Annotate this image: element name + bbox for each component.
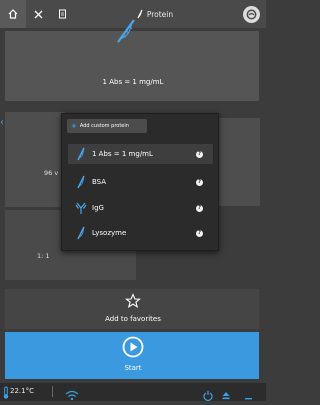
- tools-icon: [34, 10, 42, 18]
- home-icon: [8, 9, 18, 19]
- helix-icon: [74, 146, 88, 162]
- helix-icon: [74, 174, 88, 190]
- minimize-icon[interactable]: [243, 386, 253, 400]
- plus-icon: +: [71, 121, 77, 130]
- tools-tab[interactable]: [26, 0, 50, 28]
- protein-option-label: Lysozyme: [92, 229, 127, 237]
- menu-icon: [246, 9, 257, 20]
- add-custom-protein-button[interactable]: + Add custom protein: [67, 119, 147, 133]
- home-tab[interactable]: [0, 0, 26, 28]
- power-icon[interactable]: [203, 386, 213, 401]
- protein-option-1abs[interactable]: 1 Abs = 1 mg/mL ?: [68, 144, 213, 164]
- helix-icon: [74, 225, 88, 241]
- start-label: Start: [124, 364, 142, 372]
- info-icon[interactable]: ?: [196, 229, 203, 237]
- star-icon: [124, 293, 142, 309]
- wifi-icon: [65, 386, 79, 401]
- info-icon[interactable]: ?: [196, 150, 203, 158]
- protein-option-lysozyme[interactable]: Lysozyme ?: [68, 223, 213, 243]
- protein-option-bsa[interactable]: BSA ?: [68, 172, 213, 192]
- thermometer-icon: [2, 385, 10, 399]
- temperature-readout: 22.1°C: [10, 387, 34, 395]
- info-icon[interactable]: ?: [196, 204, 203, 212]
- add-custom-protein-label: Add custom protein: [79, 123, 129, 129]
- edge-marker-icon: ‹: [0, 117, 4, 128]
- app-title-text: Protein: [146, 9, 174, 19]
- application-tile-label: 1 Abs = 1 mg/mL: [102, 78, 164, 86]
- document-icon: [58, 9, 66, 19]
- protein-option-label: IgG: [92, 204, 104, 212]
- play-icon: [122, 336, 144, 358]
- protein-option-label: BSA: [92, 178, 107, 186]
- eject-icon[interactable]: [221, 386, 231, 400]
- add-to-favorites-label: Add to favorites: [105, 315, 161, 323]
- protein-option-label: 1 Abs = 1 mg/mL: [92, 150, 153, 158]
- protein-option-igg[interactable]: IgG ?: [68, 198, 213, 218]
- app-title: Protein: [80, 0, 230, 28]
- tile-text: 96 v: [44, 169, 59, 177]
- documents-tab[interactable]: [50, 0, 74, 28]
- info-icon[interactable]: ?: [196, 178, 203, 186]
- menu-button[interactable]: [243, 6, 260, 23]
- helix-icon: [113, 17, 139, 45]
- antibody-icon: [74, 200, 88, 216]
- dilution-text: 1: 1: [37, 252, 50, 260]
- application-tile-background: [5, 112, 65, 207]
- status-divider: [52, 386, 53, 397]
